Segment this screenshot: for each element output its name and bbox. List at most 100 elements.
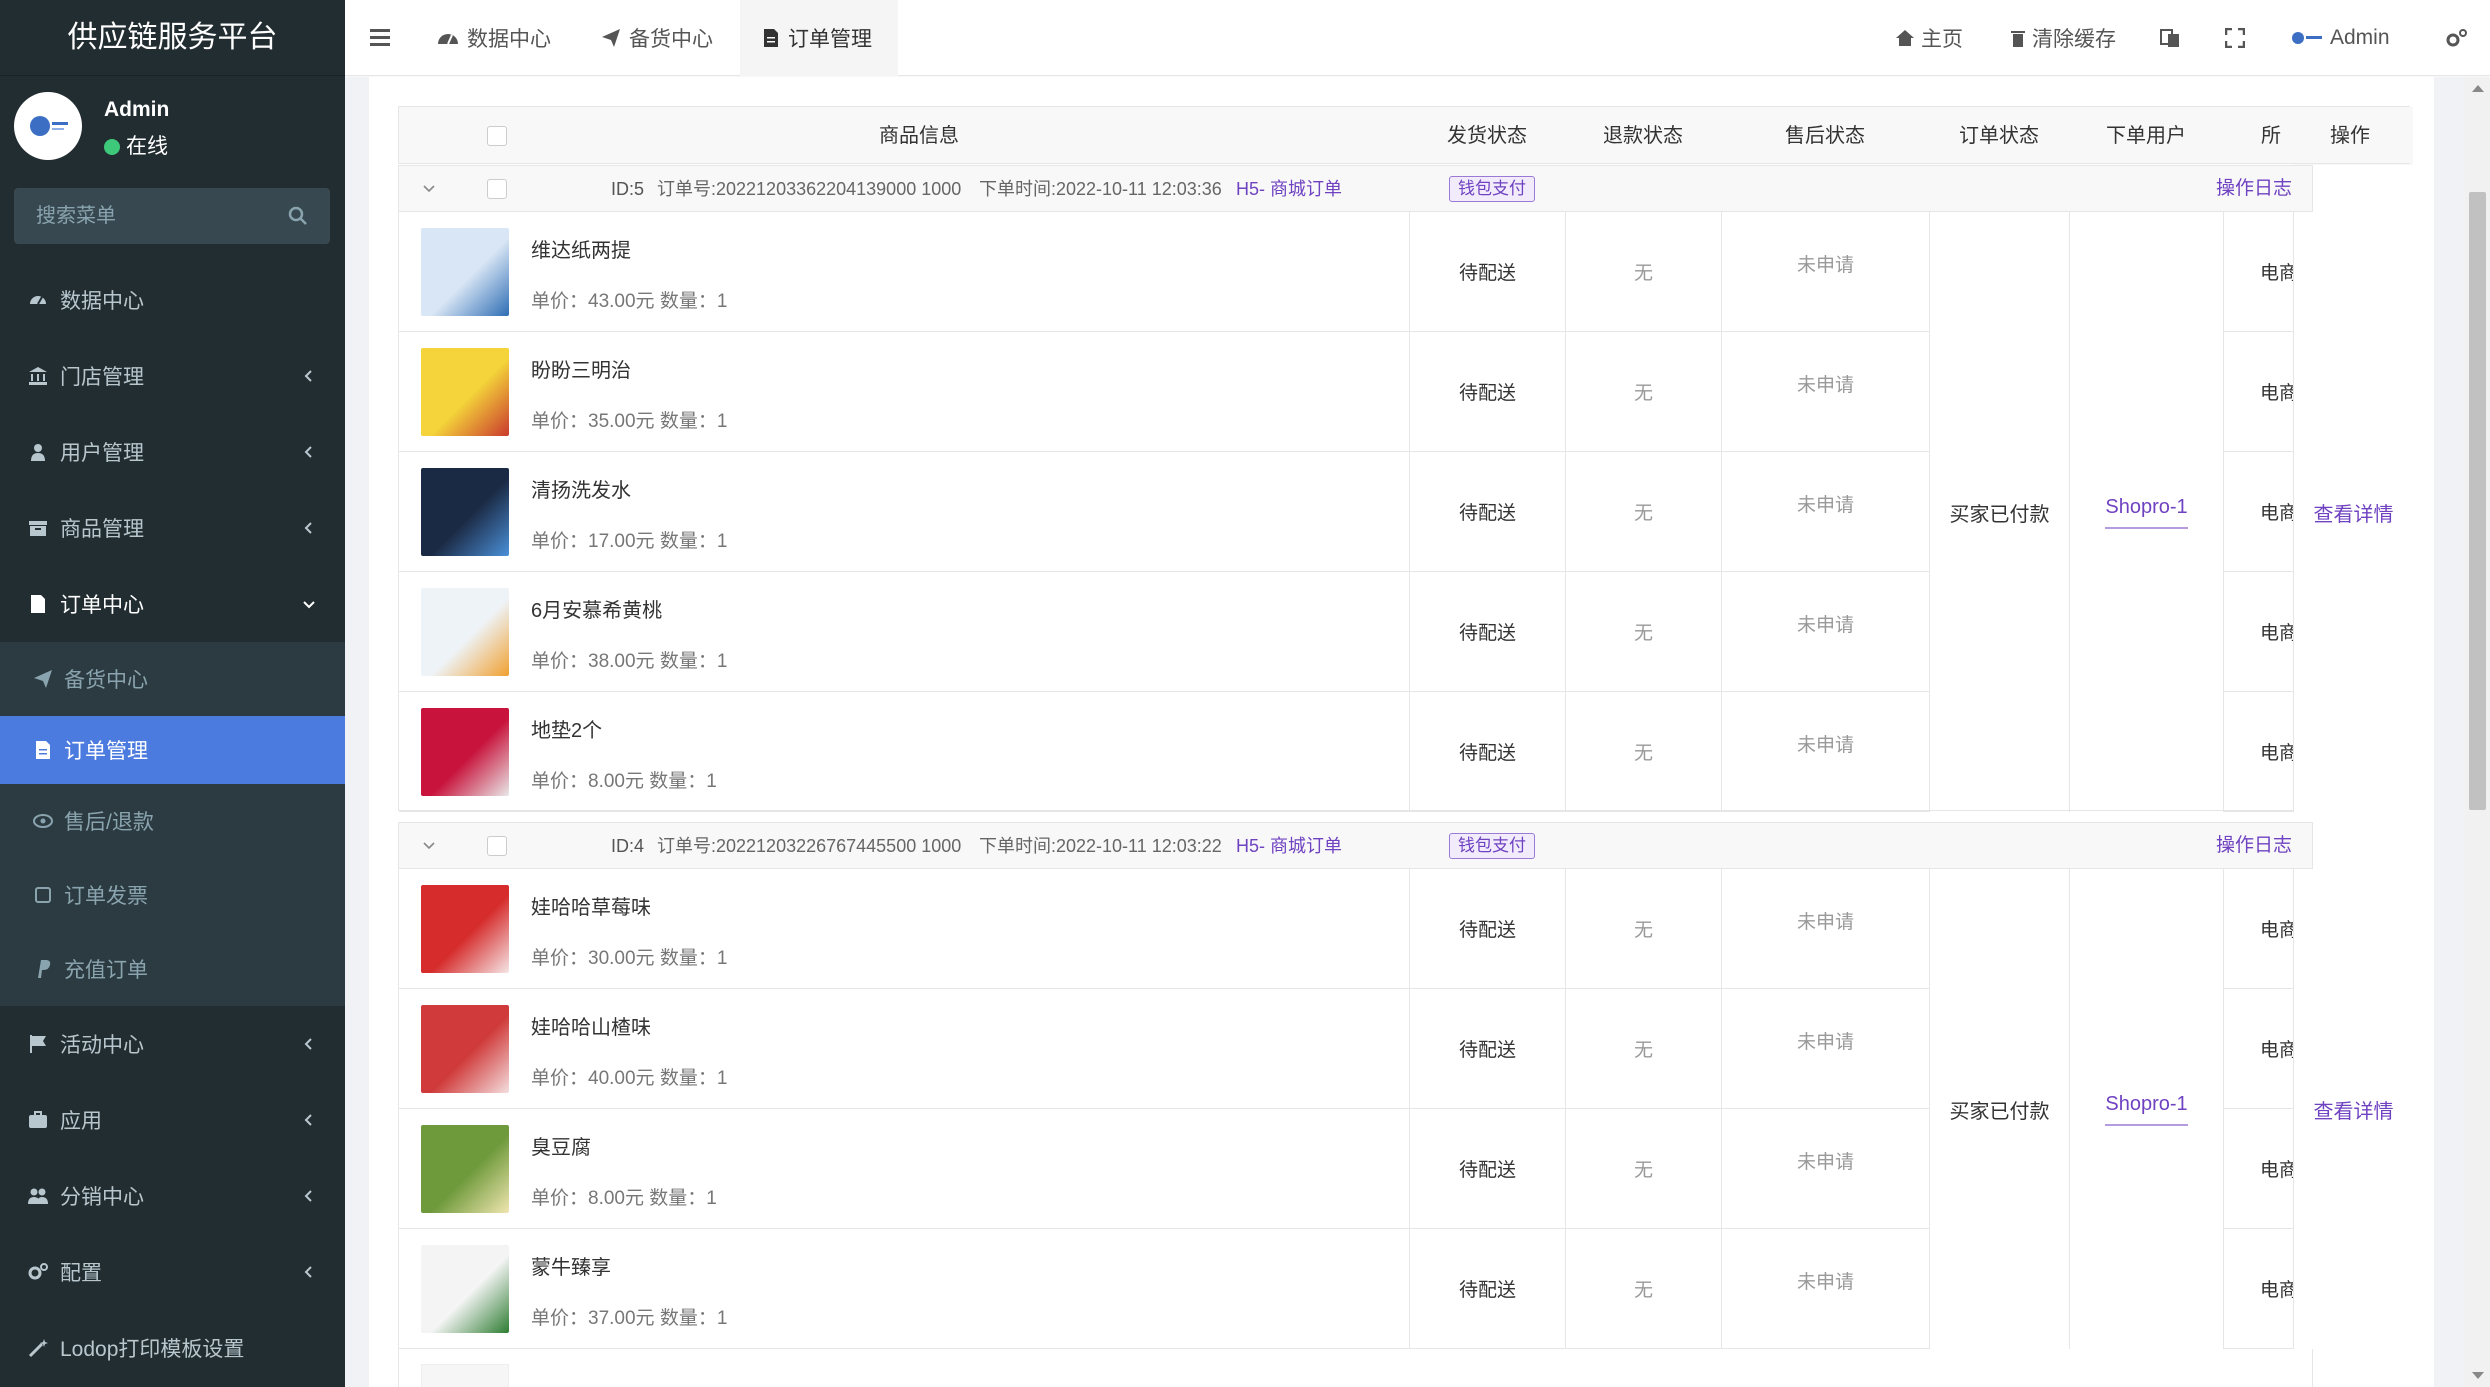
action-cell: 查看详情: [2293, 869, 2413, 1349]
flag-icon: [26, 1032, 50, 1056]
pay-method-badge: 钱包支付: [1449, 833, 1535, 859]
tab-order-manage[interactable]: 订单管理: [740, 0, 898, 76]
fullscreen-button[interactable]: [2225, 0, 2251, 76]
operation-log-link[interactable]: 操作日志: [2216, 823, 2292, 869]
product-thumbnail[interactable]: [421, 228, 509, 316]
sidebar-item-config[interactable]: 配置: [0, 1234, 345, 1310]
product-name[interactable]: 维达纸两提: [531, 234, 631, 263]
product-thumbnail[interactable]: [421, 348, 509, 436]
order-source-link[interactable]: H5- 商城订单: [1236, 823, 1342, 869]
aftersale-status-cell: 未申请: [1721, 869, 1929, 989]
product-name[interactable]: 盼盼三明治: [531, 354, 631, 383]
clear-cache-button[interactable]: 清除缓存: [2010, 0, 2116, 76]
product-thumbnail[interactable]: [421, 1125, 509, 1213]
search-input[interactable]: [14, 188, 330, 244]
order-checkbox[interactable]: [487, 836, 507, 856]
sidebar-item-products[interactable]: 商品管理: [0, 490, 345, 566]
belong-cell: 电商: [2223, 452, 2293, 572]
sidebar-item-stocking[interactable]: 备货中心: [0, 642, 345, 716]
sidebar-item-activity[interactable]: 活动中心: [0, 1006, 345, 1082]
order-checkbox[interactable]: [487, 179, 507, 199]
product-thumbnail[interactable]: [421, 708, 509, 796]
product-row: 地垫2个 单价：8.00元 数量：1: [399, 692, 1409, 812]
product-price-qty: 单价：37.00元 数量：1: [531, 1308, 728, 1329]
refund-icon: [32, 810, 54, 832]
product-thumbnail[interactable]: [421, 885, 509, 973]
menu-toggle-icon[interactable]: [369, 26, 391, 48]
product-row: 臭豆腐 单价：8.00元 数量：1: [399, 1109, 1409, 1229]
avatar[interactable]: [14, 92, 82, 160]
product-thumbnail[interactable]: [421, 1005, 509, 1093]
product-name[interactable]: 娃哈哈山楂味: [531, 1011, 651, 1040]
view-detail-link[interactable]: 查看详情: [2314, 498, 2394, 527]
ship-status-cell: 待配送: [1409, 989, 1565, 1109]
order-id: ID:5: [611, 179, 645, 199]
sidebar-item-recharge[interactable]: 充值订单: [0, 932, 345, 1006]
sidebar-item-aftersale[interactable]: 售后/退款: [0, 784, 345, 858]
buyer-cell: Shopro-1: [2069, 212, 2223, 812]
belong-cell: 电商: [2223, 332, 2293, 452]
order-number: 订单号:20221203362204139000 1000: [657, 179, 962, 199]
chevron-down-icon[interactable]: [421, 182, 437, 196]
ship-status-cell: 待配送: [1409, 572, 1565, 692]
ship-status-cell: 待配送: [1409, 869, 1565, 989]
select-all-checkbox[interactable]: [487, 126, 507, 146]
order-source-link[interactable]: H5- 商城订单: [1236, 166, 1342, 212]
aftersale-status-cell: 未申请: [1721, 1109, 1929, 1229]
clear-cache-label: 清除缓存: [2032, 28, 2116, 51]
page-scrollbar[interactable]: [2465, 77, 2490, 1387]
paypal-icon: [32, 958, 54, 980]
scroll-down-icon[interactable]: [2472, 1372, 2484, 1379]
orders-submenu: 备货中心 订单管理 售后/退款 订单发票 充值订单: [0, 642, 345, 1006]
home-label: 主页: [1921, 28, 1963, 51]
sidebar-item-lodop[interactable]: Lodop打印模板设置: [0, 1310, 345, 1386]
order-block: ID:5 订单号:20221203362204139000 1000 下单时间:20…: [398, 165, 2413, 812]
chevron-left-icon: [304, 1190, 312, 1202]
settings-button[interactable]: [2445, 0, 2475, 76]
action-cell: 查看详情: [2293, 212, 2413, 812]
home-link[interactable]: 主页: [1895, 0, 1963, 76]
view-detail-link[interactable]: 查看详情: [2314, 1095, 2394, 1124]
file-icon: [764, 29, 778, 47]
sidebar-item-stores[interactable]: 门店管理: [0, 338, 345, 414]
product-thumbnail[interactable]: [421, 1364, 509, 1387]
product-row: 盼盼三明治 单价：35.00元 数量：1: [399, 332, 1409, 452]
menu-search: [14, 188, 330, 244]
product-name[interactable]: 6月安慕希黄桃: [531, 594, 662, 623]
translate-button[interactable]: [2160, 0, 2186, 76]
product-name[interactable]: 娃哈哈草莓味: [531, 891, 651, 920]
product-thumbnail[interactable]: [421, 468, 509, 556]
sidebar-item-users[interactable]: 用户管理: [0, 414, 345, 490]
sidebar-item-apps[interactable]: 应用: [0, 1082, 345, 1158]
tab-stocking[interactable]: 备货中心: [579, 0, 735, 76]
admin-menu[interactable]: Admin: [2290, 0, 2390, 76]
buyer-link[interactable]: Shopro-1: [2105, 496, 2188, 529]
scroll-up-icon[interactable]: [2472, 85, 2484, 92]
sidebar-item-orders[interactable]: 订单中心: [0, 566, 345, 642]
buyer-link[interactable]: Shopro-1: [2105, 1093, 2188, 1126]
order-status-cell: 买家已付款: [1929, 212, 2069, 812]
refund-status-cell: 无: [1565, 869, 1721, 989]
sidebar-item-label: 订单管理: [64, 740, 148, 763]
product-name[interactable]: 地垫2个: [531, 714, 602, 743]
order-header: ID:5 订单号:20221203362204139000 1000 下单时间:20…: [399, 166, 2312, 212]
product-name[interactable]: 清扬洗发水: [531, 474, 631, 503]
product-thumbnail[interactable]: [421, 1245, 509, 1333]
sidebar-item-distribution[interactable]: 分销中心: [0, 1158, 345, 1234]
scroll-thumb[interactable]: [2469, 192, 2486, 810]
sidebar-item-label: Lodop打印模板设置: [60, 1338, 245, 1361]
product-thumbnail[interactable]: [421, 588, 509, 676]
sidebar-item-dashboard[interactable]: 数据中心: [0, 262, 345, 338]
status-text: 在线: [126, 135, 168, 158]
sidebar-item-invoice[interactable]: 订单发票: [0, 858, 345, 932]
sidebar-item-order-manage[interactable]: 订单管理: [0, 716, 345, 784]
chevron-down-icon[interactable]: [421, 839, 437, 853]
order-id: ID:4: [611, 836, 645, 856]
product-price-qty: 单价：40.00元 数量：1: [531, 1068, 728, 1089]
refund-status-cell: 无: [1565, 1109, 1721, 1229]
product-name[interactable]: 臭豆腐: [531, 1131, 591, 1160]
tab-dashboard[interactable]: 数据中心: [415, 0, 573, 76]
product-name[interactable]: 蒙牛臻享: [531, 1251, 611, 1280]
search-icon[interactable]: [286, 204, 310, 228]
operation-log-link[interactable]: 操作日志: [2216, 166, 2292, 212]
